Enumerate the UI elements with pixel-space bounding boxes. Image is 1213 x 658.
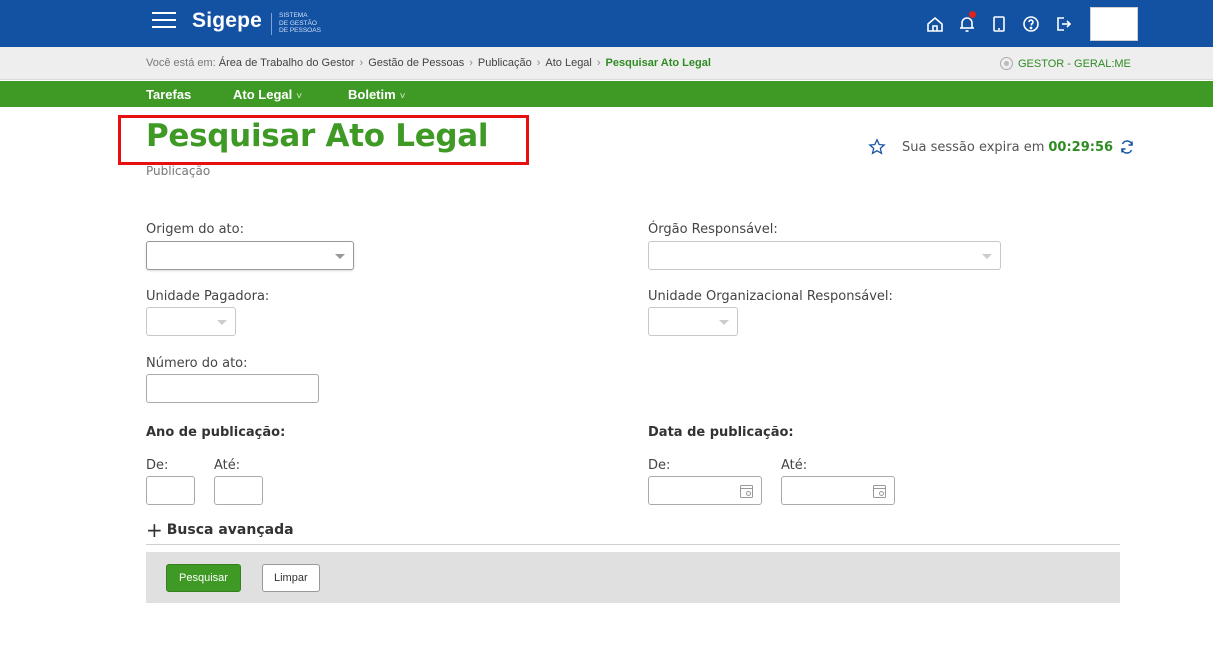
logout-icon[interactable]	[1053, 14, 1073, 34]
logo-subtitle-line-1: SISTEMA	[279, 12, 308, 19]
action-bar: Pesquisar Limpar	[146, 552, 1120, 603]
profile-icon	[1000, 57, 1013, 70]
data-ate-label: Até:	[781, 458, 808, 473]
breadcrumb-item[interactable]: Gestão de Pessoas	[368, 57, 464, 69]
logo-divider	[271, 13, 272, 35]
nav-item-tarefas[interactable]: Tarefas	[146, 87, 191, 102]
page-title: Pesquisar Ato Legal	[146, 118, 489, 154]
unidade-pagadora-select[interactable]	[146, 307, 236, 336]
refresh-icon[interactable]	[1119, 139, 1135, 155]
breadcrumb-item[interactable]: Ato Legal	[545, 57, 591, 69]
nav-label: Boletim	[348, 87, 396, 102]
logo-subtitle-line-2: DE GESTÃO	[279, 19, 317, 27]
breadcrumb-prefix: Você está em:	[146, 57, 216, 69]
breadcrumb: Você está em: Área de Trabalho do Gestor…	[146, 57, 711, 69]
chevron-down-icon	[217, 320, 227, 325]
bell-icon[interactable]	[957, 11, 977, 34]
main-nav: Tarefas Ato Legal ˅ Boletim ˅	[0, 81, 1213, 107]
origem-label: Origem do ato:	[146, 222, 244, 237]
advanced-search-toggle[interactable]: + Busca avançada	[146, 518, 294, 542]
clear-button[interactable]: Limpar	[262, 564, 320, 592]
nav-item-ato-legal[interactable]: Ato Legal ˅	[233, 87, 302, 102]
numero-input[interactable]	[146, 374, 319, 403]
advanced-divider	[146, 544, 1120, 545]
data-de-input[interactable]	[648, 476, 762, 505]
ano-label: Ano de publicação:	[146, 425, 286, 440]
chevron-down-icon	[982, 254, 992, 259]
nav-item-boletim[interactable]: Boletim ˅	[348, 87, 406, 102]
numero-label: Número do ato:	[146, 356, 248, 371]
breadcrumb-separator: ›	[536, 57, 541, 69]
advanced-search-label: Busca avançada	[166, 522, 294, 538]
origem-select[interactable]	[146, 241, 354, 270]
page-subtitle: Publicação	[146, 164, 211, 178]
data-label: Data de publicação:	[648, 425, 794, 440]
help-icon[interactable]	[1021, 14, 1041, 34]
logo-subtitle: SISTEMA DE GESTÃO DE PESSOAS	[279, 12, 321, 35]
breadcrumb-separator: ›	[469, 57, 473, 69]
search-button[interactable]: Pesquisar	[166, 564, 241, 592]
star-icon[interactable]	[868, 138, 886, 156]
unidade-org-label: Unidade Organizacional Responsável:	[648, 289, 893, 304]
unidade-pagadora-label: Unidade Pagadora:	[146, 289, 270, 304]
chevron-down-icon	[335, 254, 345, 259]
ano-de-label: De:	[146, 458, 169, 473]
nav-label: Ato Legal	[233, 87, 293, 102]
profile-selector[interactable]: GESTOR - GERAL:ME	[1000, 57, 1131, 70]
orgao-label: Órgão Responsável:	[648, 222, 778, 237]
header-icons	[925, 11, 1073, 35]
breadcrumb-item[interactable]: Área de Trabalho do Gestor	[219, 57, 355, 69]
logo-subtitle-line-3: DE PESSOAS	[279, 27, 321, 34]
session-info: Sua sessão expira em 00:29:56	[868, 138, 1135, 156]
top-header: Sigepe SISTEMA DE GESTÃO DE PESSOAS	[0, 0, 1213, 47]
breadcrumb-separator: ›	[359, 57, 364, 69]
app-logo[interactable]: Sigepe	[192, 9, 262, 33]
data-de-label: De:	[648, 458, 671, 473]
data-ate-input[interactable]	[781, 476, 895, 505]
breadcrumb-separator: ›	[596, 57, 601, 69]
session-text: Sua sessão expira em	[902, 139, 1045, 155]
breadcrumb-bar: Você está em: Área de Trabalho do Gestor…	[0, 47, 1213, 80]
ano-ate-input[interactable]	[214, 476, 263, 505]
nav-label: Tarefas	[146, 87, 192, 102]
profile-label: GESTOR - GERAL:ME	[1018, 57, 1131, 70]
ano-de-input[interactable]	[146, 476, 195, 505]
notification-dot	[969, 11, 976, 18]
chevron-down-icon: ˅	[296, 91, 303, 102]
ano-ate-label: Até:	[214, 458, 241, 473]
session-timer: 00:29:56	[1048, 139, 1114, 155]
breadcrumb-item[interactable]: Publicação	[478, 57, 532, 69]
chevron-down-icon	[719, 320, 729, 325]
user-avatar[interactable]	[1090, 7, 1138, 41]
hamburger-menu-icon[interactable]	[152, 12, 176, 34]
tablet-icon[interactable]	[989, 14, 1009, 34]
orgao-select[interactable]	[648, 241, 1001, 270]
calendar-icon[interactable]	[740, 484, 753, 498]
calendar-icon[interactable]	[873, 484, 886, 498]
unidade-org-select[interactable]	[648, 307, 738, 336]
breadcrumb-current: Pesquisar Ato Legal	[605, 57, 711, 69]
home-icon[interactable]	[925, 14, 945, 34]
chevron-down-icon: ˅	[399, 91, 406, 102]
plus-icon: +	[146, 518, 163, 542]
